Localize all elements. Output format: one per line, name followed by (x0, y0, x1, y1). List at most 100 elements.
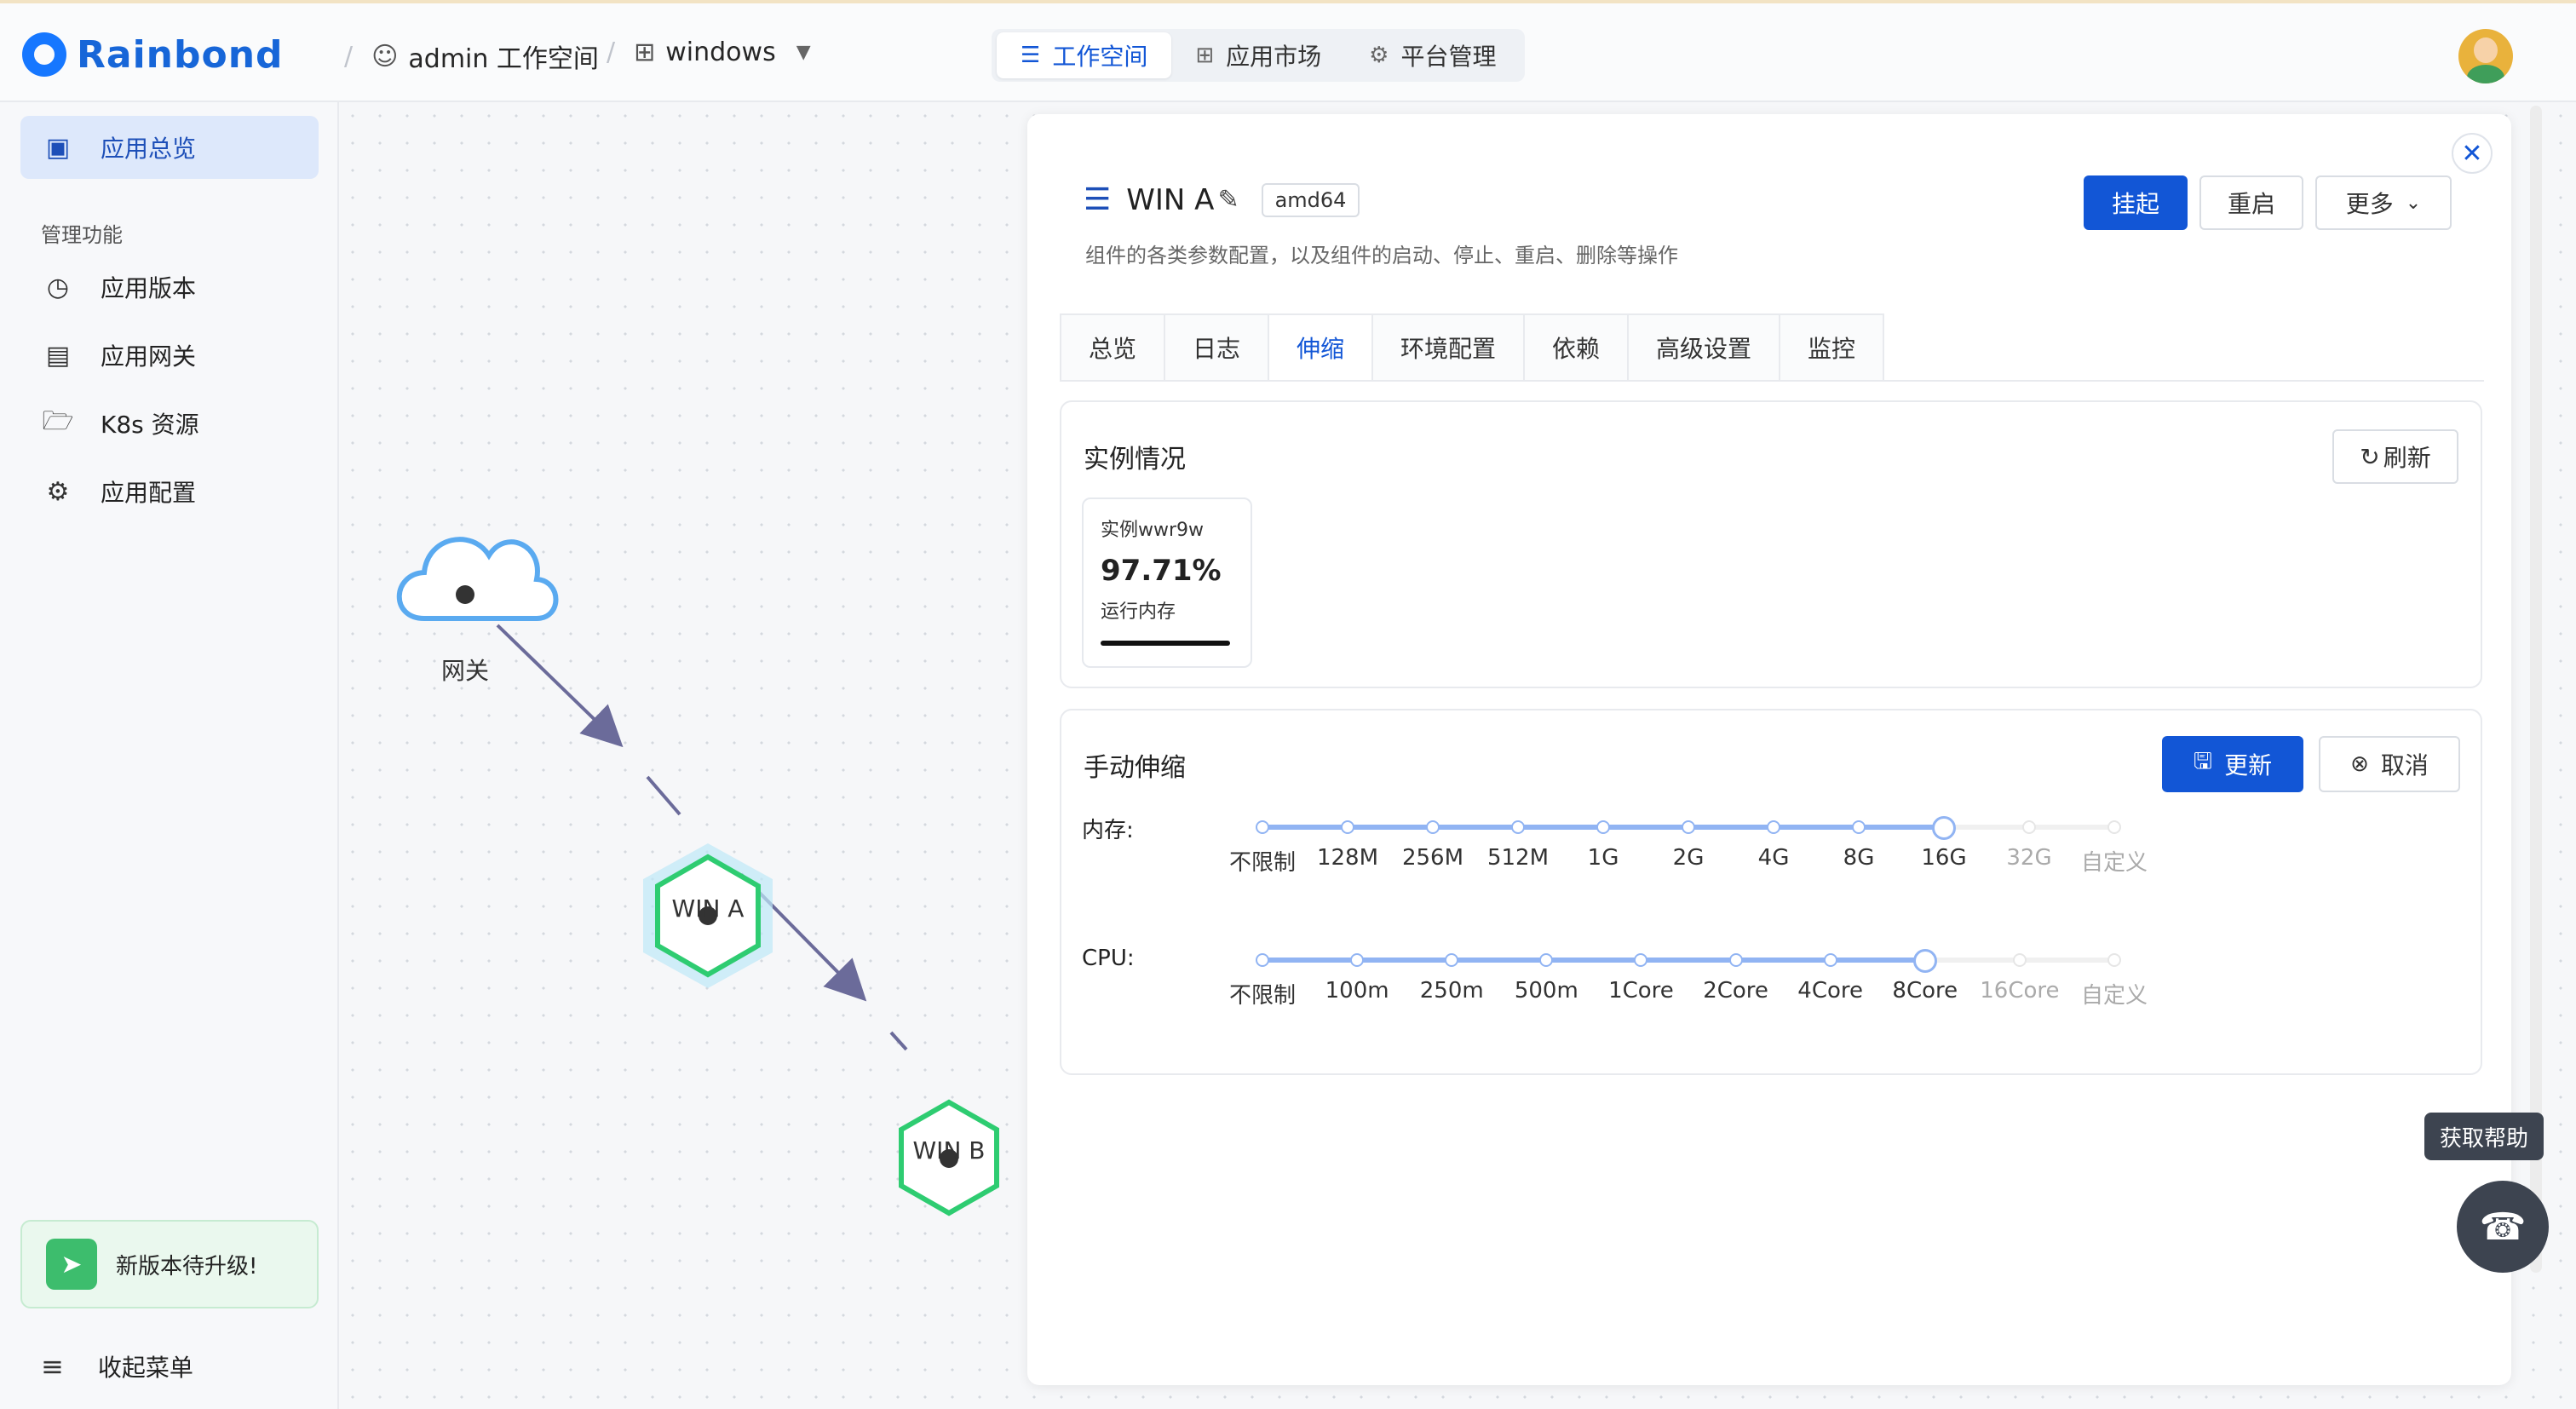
nav-tab-label: 应用市场 (1226, 43, 1322, 71)
slider-mark[interactable]: 不限制 (1229, 978, 1296, 1009)
slider-mark[interactable]: 16Core (1980, 978, 2059, 1004)
headset-icon[interactable]: ☎ (2457, 1181, 2549, 1273)
breadcrumb-separator: / (607, 37, 616, 67)
reload-icon: ↻ (2360, 442, 2380, 471)
more-button[interactable]: 更多 ⌄ (2315, 175, 2452, 230)
slider-dot[interactable] (1426, 820, 1440, 834)
sidebar-item-overview[interactable]: ▣ 应用总览 (20, 116, 319, 179)
collapse-label: 收起菜单 (97, 1354, 193, 1382)
help-tooltip: 获取帮助 (2424, 1113, 2544, 1160)
sidebar-item-label: 应用版本 (101, 274, 197, 302)
slider-mark[interactable]: 1G (1588, 845, 1619, 871)
sidebar-item-k8s[interactable]: 🗁 K8s 资源 (20, 392, 319, 455)
tab-overview[interactable]: 总览 (1060, 313, 1165, 380)
close-icon[interactable]: ✕ (2452, 133, 2493, 174)
slider-mark[interactable]: 100m (1325, 978, 1389, 1004)
cpu-slider[interactable]: 不限制 100m 250m 500m 1Core 2Core 4Core 8Core 16Cor… (1229, 937, 2148, 1014)
cancel-label: 取消 (2380, 751, 2429, 779)
collapse-menu-button[interactable]: ≡ 收起菜单 (41, 1349, 193, 1383)
slider-mark[interactable]: 8G (1843, 845, 1875, 871)
slider-dot[interactable] (1682, 820, 1695, 834)
slider-dot[interactable] (1511, 820, 1525, 834)
slider-dot[interactable] (1341, 820, 1354, 834)
slider-handle[interactable] (1932, 816, 1956, 840)
memory-label: 内存: (1082, 818, 1134, 843)
slider-mark[interactable]: 2G (1673, 845, 1705, 871)
update-button[interactable]: 🖫 更新 (2162, 736, 2303, 792)
brand-name: Rainbond (77, 32, 284, 77)
rocket-icon: ➤ (46, 1239, 97, 1290)
slider-dot[interactable] (2107, 953, 2121, 967)
scrollbar[interactable] (2530, 106, 2542, 1273)
memory-slider[interactable]: 不限制 128M 256M 512M 1G 2G 4G 8G 16G 32G 自定义 (1229, 804, 2148, 881)
instance-memory-label: 运行内存 (1101, 601, 1176, 623)
slider-dot[interactable] (1539, 953, 1554, 967)
slider-mark[interactable]: 8Core (1892, 978, 1958, 1004)
suspend-button[interactable]: 挂起 (2084, 175, 2188, 230)
slider-mark[interactable]: 256M (1402, 845, 1463, 871)
slider-dot[interactable] (1634, 953, 1648, 967)
avatar[interactable] (2458, 29, 2513, 83)
brand-logo[interactable]: Rainbond (22, 32, 284, 77)
slider-dot[interactable] (1823, 953, 1837, 967)
slider-dot[interactable] (1256, 820, 1269, 834)
slider-mark[interactable]: 16G (1921, 845, 1966, 871)
edit-icon[interactable]: ✎ (1217, 185, 1239, 215)
slider-mark[interactable]: 自定义 (2081, 845, 2148, 877)
restart-button[interactable]: 重启 (2199, 175, 2303, 230)
slider-mark[interactable]: 128M (1317, 845, 1378, 871)
slider-mark[interactable]: 2Core (1703, 978, 1768, 1004)
slider-dot[interactable] (1350, 953, 1365, 967)
tab-monitor[interactable]: 监控 (1779, 313, 1884, 380)
sidebar-item-config[interactable]: ⚙ 应用配置 (20, 460, 319, 523)
rainbond-logo-icon (22, 32, 66, 77)
slider-dot[interactable] (1852, 820, 1866, 834)
slider-dot[interactable] (1767, 820, 1780, 834)
update-label: 更新 (2224, 751, 2273, 779)
slider-mark[interactable]: 250m (1420, 978, 1484, 1004)
slider-mark[interactable]: 32G (2006, 845, 2051, 871)
instances-title: 实例情况 (1084, 445, 1186, 474)
slider-mark[interactable]: 4Core (1797, 978, 1863, 1004)
slider-mark[interactable]: 500m (1515, 978, 1578, 1004)
slider-dot[interactable] (1596, 820, 1610, 834)
arch-tag: amd64 (1261, 182, 1360, 217)
slider-mark[interactable]: 4G (1758, 845, 1790, 871)
slider-dot[interactable] (1256, 953, 1269, 967)
app-name: windows (665, 37, 776, 67)
slider-dot[interactable] (1728, 953, 1743, 967)
nav-tab-platform[interactable]: ⚙ 平台管理 (1345, 32, 1520, 78)
nav-tab-workspace[interactable]: ☰ 工作空间 (997, 32, 1172, 78)
tab-env[interactable]: 环境配置 (1371, 313, 1525, 380)
slider-mark[interactable]: 512M (1487, 845, 1549, 871)
refresh-button[interactable]: ↻ 刷新 (2332, 429, 2458, 484)
breadcrumb-app[interactable]: / ⊞ windows ▼ (607, 37, 811, 67)
tab-deps[interactable]: 依赖 (1523, 313, 1629, 380)
slider-dot[interactable] (2107, 820, 2121, 834)
breadcrumb-workspace[interactable]: / ☺ admin 工作空间 (344, 37, 599, 75)
node-gateway[interactable] (396, 537, 559, 621)
panel-title: ☰ WIN A ✎ amd64 (1084, 182, 1360, 217)
main-nav: ☰ 工作空间 ⊞ 应用市场 ⚙ 平台管理 (992, 29, 1526, 82)
slider-mark[interactable]: 不限制 (1229, 845, 1296, 877)
cancel-button[interactable]: ⊗ 取消 (2319, 736, 2460, 792)
instances-card: 实例情况 ↻ 刷新 实例wwr9w 97.71% 运行内存 (1060, 400, 2482, 688)
slider-handle[interactable] (1912, 949, 1937, 973)
slider-dot[interactable] (2022, 820, 2036, 834)
nav-tab-market[interactable]: ⊞ 应用市场 (1171, 32, 1345, 78)
caret-down-icon[interactable]: ▼ (796, 42, 811, 63)
sidebar-item-gateway[interactable]: ▤ 应用网关 (20, 324, 319, 387)
slider-mark[interactable]: 自定义 (2081, 978, 2148, 1009)
tab-scaling[interactable]: 伸缩 (1268, 313, 1373, 380)
workspace-name: admin 工作空间 (408, 44, 599, 74)
slider-dot[interactable] (1445, 953, 1459, 967)
instance-card[interactable]: 实例wwr9w 97.71% 运行内存 (1082, 497, 1252, 668)
tab-logs[interactable]: 日志 (1164, 313, 1269, 380)
tab-advanced[interactable]: 高级设置 (1627, 313, 1780, 380)
slider-mark[interactable]: 1Core (1608, 978, 1674, 1004)
upgrade-banner[interactable]: ➤ 新版本待升级! (20, 1220, 319, 1308)
component-detail-panel: ✕ ☰ WIN A ✎ amd64 组件的各类参数配置，以及组件的启动、停止、重… (1027, 114, 2511, 1385)
slider-dot[interactable] (2012, 953, 2027, 967)
refresh-label: 刷新 (2383, 444, 2431, 472)
sidebar-item-versions[interactable]: ◷ 应用版本 (20, 256, 319, 319)
